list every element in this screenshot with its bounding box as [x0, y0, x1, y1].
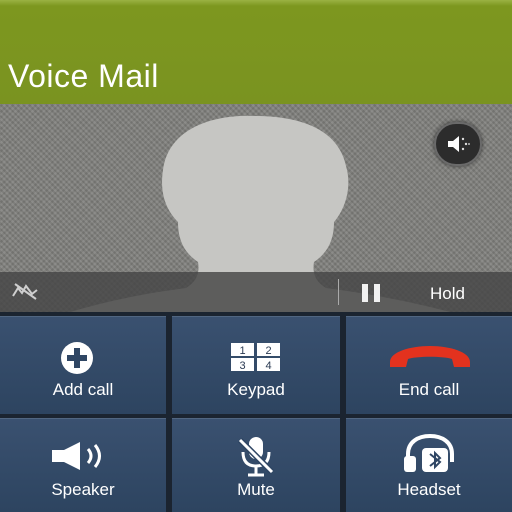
mute-button[interactable]: Mute [172, 418, 340, 512]
speaker-icon [52, 442, 101, 470]
mute-label: Mute [237, 480, 275, 499]
hold-bar: Hold [0, 272, 512, 312]
call-header: Voice Mail [0, 0, 512, 104]
hold-divider [338, 279, 339, 305]
keypad-digit-4: 4 [265, 360, 271, 372]
speaker-button[interactable]: Speaker [0, 418, 166, 512]
add-call-label: Add call [52, 380, 114, 399]
bluetooth-headset-icon [404, 434, 454, 472]
hold-button[interactable]: Hold [350, 272, 512, 312]
mic-off-icon [12, 283, 38, 300]
end-call-icon [390, 346, 470, 367]
speaker-label: Speaker [51, 480, 115, 499]
headset-button[interactable]: Headset [346, 418, 512, 512]
caller-name: Voice Mail [8, 58, 159, 94]
keypad-label: Keypad [227, 380, 285, 399]
keypad-digit-2: 2 [265, 345, 271, 357]
add-call-icon [61, 342, 93, 374]
headset-label: Headset [397, 480, 461, 499]
keypad-icon: 1 2 3 4 [231, 343, 280, 372]
end-call-label: End call [398, 380, 460, 399]
call-actions-grid: Add call 1 2 3 4 Keypad End call Speaker [0, 312, 512, 512]
pause-icon [362, 284, 380, 302]
keypad-digit-3: 3 [239, 360, 245, 372]
hold-label: Hold [430, 284, 465, 303]
add-call-button[interactable]: Add call [0, 316, 166, 414]
caller-photo-area: Hold [0, 104, 512, 312]
mute-icon [237, 437, 275, 477]
keypad-digit-1: 1 [239, 345, 245, 357]
speaker-toggle-button[interactable] [434, 122, 482, 166]
end-call-button[interactable]: End call [346, 316, 512, 414]
speaker-icon [448, 136, 470, 152]
keypad-button[interactable]: 1 2 3 4 Keypad [172, 316, 340, 414]
